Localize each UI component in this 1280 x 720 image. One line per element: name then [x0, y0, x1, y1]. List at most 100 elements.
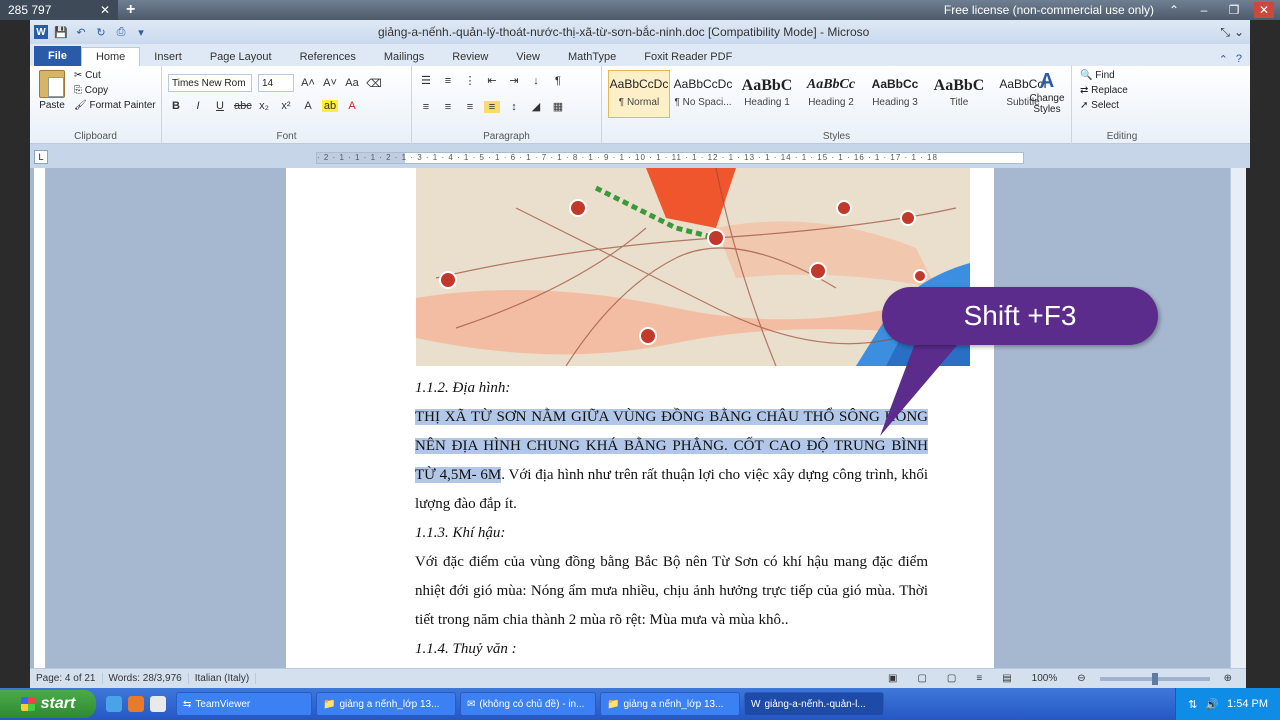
tab-page-layout[interactable]: Page Layout	[196, 48, 286, 66]
shading-icon[interactable]: ◢	[528, 100, 544, 113]
style-normal[interactable]: AaBbCcDc ¶ Normal	[608, 70, 670, 118]
tab-selector-icon[interactable]: L	[34, 150, 48, 164]
task-folder-1[interactable]: 📁 giảng a nếnh_lớp 13...	[316, 692, 456, 716]
word-logo-icon[interactable]: W	[34, 25, 48, 39]
task-word-document[interactable]: Wgiảng-a-nếnh.-quản-l...	[744, 692, 884, 716]
zoom-level[interactable]: 100%	[1026, 673, 1064, 684]
word-count[interactable]: Words: 28/3,976	[103, 673, 189, 684]
italic-icon[interactable]: I	[190, 100, 206, 112]
task-teamviewer[interactable]: ⇆ TeamViewer	[176, 692, 312, 716]
copy-button[interactable]: ⎘ Copy	[74, 85, 156, 96]
clear-formatting-icon[interactable]: ⌫	[366, 77, 382, 90]
web-layout-icon[interactable]: ▢	[941, 673, 962, 684]
minimize-icon[interactable]: –	[1194, 2, 1214, 18]
tab-references[interactable]: References	[286, 48, 370, 66]
print-layout-icon[interactable]: ▣	[882, 673, 903, 684]
subscript-icon[interactable]: x₂	[256, 100, 272, 112]
select-button[interactable]: ➚ Select	[1080, 100, 1128, 111]
help-icon[interactable]: ?	[1236, 53, 1242, 66]
restore-icon[interactable]: ❐	[1224, 2, 1244, 18]
align-center-icon[interactable]: ≡	[440, 101, 456, 113]
undo-icon[interactable]: ↶	[74, 25, 88, 39]
change-styles-button[interactable]: A Change Styles	[1027, 70, 1067, 115]
style-heading-2[interactable]: AaBbCc Heading 2	[800, 70, 862, 118]
cut-button[interactable]: ✂ Cut	[74, 70, 156, 81]
grow-font-icon[interactable]: A˄	[300, 77, 316, 89]
task-email[interactable]: ✉ (không có chủ đề) - in...	[460, 692, 596, 716]
bullets-icon[interactable]: ☰	[418, 74, 434, 87]
underline-icon[interactable]: U	[212, 100, 228, 112]
paragraph-terrain[interactable]: THỊ XÃ TỪ SƠN NẰM GIỮA VÙNG ĐỒNG BẰNG CH…	[372, 403, 928, 519]
style-heading-3[interactable]: AaBbCc Heading 3	[864, 70, 926, 118]
borders-icon[interactable]: ▦	[550, 100, 566, 113]
minimize-ribbon-icon[interactable]: ⌃	[1219, 53, 1228, 66]
tab-view[interactable]: View	[502, 48, 554, 66]
zoom-slider[interactable]	[1099, 672, 1210, 685]
chevron-down-icon[interactable]: ⌄	[1234, 25, 1244, 40]
text-effects-icon[interactable]: A	[300, 100, 316, 112]
tab-mailings[interactable]: Mailings	[370, 48, 438, 66]
font-name-combo[interactable]: Times New Rom	[168, 74, 252, 92]
font-size-combo[interactable]: 14	[258, 74, 294, 92]
draft-icon[interactable]: ▤	[996, 673, 1017, 684]
close-window-icon[interactable]: ✕	[1254, 2, 1274, 18]
superscript-icon[interactable]: x²	[278, 100, 294, 112]
line-spacing-icon[interactable]: ↕	[506, 101, 522, 113]
session-tab[interactable]: 285 797 ✕	[0, 0, 118, 20]
full-screen-icon[interactable]: ▢	[911, 673, 932, 684]
paste-button[interactable]: Paste	[36, 70, 68, 111]
style-heading-1[interactable]: AaBbC Heading 1	[736, 70, 798, 118]
start-button[interactable]: start	[0, 690, 96, 718]
font-color-icon[interactable]: A	[344, 100, 360, 112]
format-painter-button[interactable]: 🖌 Format Painter	[74, 100, 156, 111]
show-marks-icon[interactable]: ¶	[550, 75, 566, 87]
multilevel-list-icon[interactable]: ⋮	[462, 74, 478, 87]
add-tab-icon[interactable]: +	[126, 1, 135, 19]
tab-foxit-reader-pdf[interactable]: Foxit Reader PDF	[630, 48, 746, 66]
window-move-icon[interactable]: ⤡	[1220, 25, 1230, 40]
replace-button[interactable]: ⇄ Replace	[1080, 85, 1128, 96]
language-indicator[interactable]: Italian (Italy)	[189, 673, 257, 684]
firefox-icon[interactable]	[128, 696, 144, 712]
page-indicator[interactable]: Page: 4 of 21	[30, 673, 103, 684]
document-body[interactable]: 1.1.2. Địa hình: THỊ XÃ TỪ SƠN NẰM GIỮA …	[372, 374, 928, 664]
find-button[interactable]: 🔍 Find	[1080, 70, 1128, 81]
zoom-thumb[interactable]	[1151, 672, 1158, 685]
network-icon[interactable]: ⇅	[1188, 698, 1197, 711]
volume-icon[interactable]: 🔊	[1205, 698, 1219, 711]
tab-insert[interactable]: Insert	[140, 48, 196, 66]
clock[interactable]: 1:54 PM	[1227, 698, 1268, 710]
align-right-icon[interactable]: ≡	[462, 101, 478, 113]
tab-home[interactable]: Home	[80, 47, 141, 66]
style-title[interactable]: AaBbC Title	[928, 70, 990, 118]
bold-icon[interactable]: B	[168, 100, 184, 112]
tab-file[interactable]: File	[34, 46, 81, 66]
horizontal-ruler[interactable]: · 2 · 1 · 1 · 1 · 2 · 1 · 3 · 1 · 4 · 1 …	[316, 152, 1024, 164]
tab-mathtype[interactable]: MathType	[554, 48, 630, 66]
save-icon[interactable]: 💾	[54, 25, 68, 39]
align-left-icon[interactable]: ≡	[418, 101, 434, 113]
zoom-out-icon[interactable]: ⊖	[1071, 673, 1091, 684]
outline-icon[interactable]: ≡	[970, 673, 988, 684]
task-folder-2[interactable]: 📁 giảng a nếnh_lớp 13...	[600, 692, 740, 716]
decrease-indent-icon[interactable]: ⇤	[484, 74, 500, 87]
sort-icon[interactable]: ↓	[528, 75, 544, 87]
vertical-scrollbar[interactable]	[1230, 168, 1246, 668]
change-case-icon[interactable]: Aa	[344, 77, 360, 89]
zoom-in-icon[interactable]: ⊕	[1218, 673, 1238, 684]
highlight-icon[interactable]: ab	[322, 100, 338, 112]
increase-indent-icon[interactable]: ⇥	[506, 74, 522, 87]
ie-icon[interactable]	[106, 696, 122, 712]
redo-icon[interactable]: ↻	[94, 25, 108, 39]
customize-qat-icon[interactable]: ▾	[134, 25, 148, 39]
tab-review[interactable]: Review	[438, 48, 502, 66]
numbering-icon[interactable]: ≡	[440, 75, 456, 87]
style-no-spacing[interactable]: AaBbCcDc ¶ No Spaci...	[672, 70, 734, 118]
chrome-icon[interactable]	[150, 696, 166, 712]
chevron-up-icon[interactable]: ⌃	[1164, 2, 1184, 18]
vertical-ruler[interactable]	[34, 168, 46, 668]
justify-icon[interactable]: ≡	[484, 100, 500, 113]
shrink-font-icon[interactable]: A˅	[322, 77, 338, 89]
strikethrough-icon[interactable]: abc	[234, 100, 252, 112]
close-icon[interactable]: ✕	[100, 3, 110, 17]
